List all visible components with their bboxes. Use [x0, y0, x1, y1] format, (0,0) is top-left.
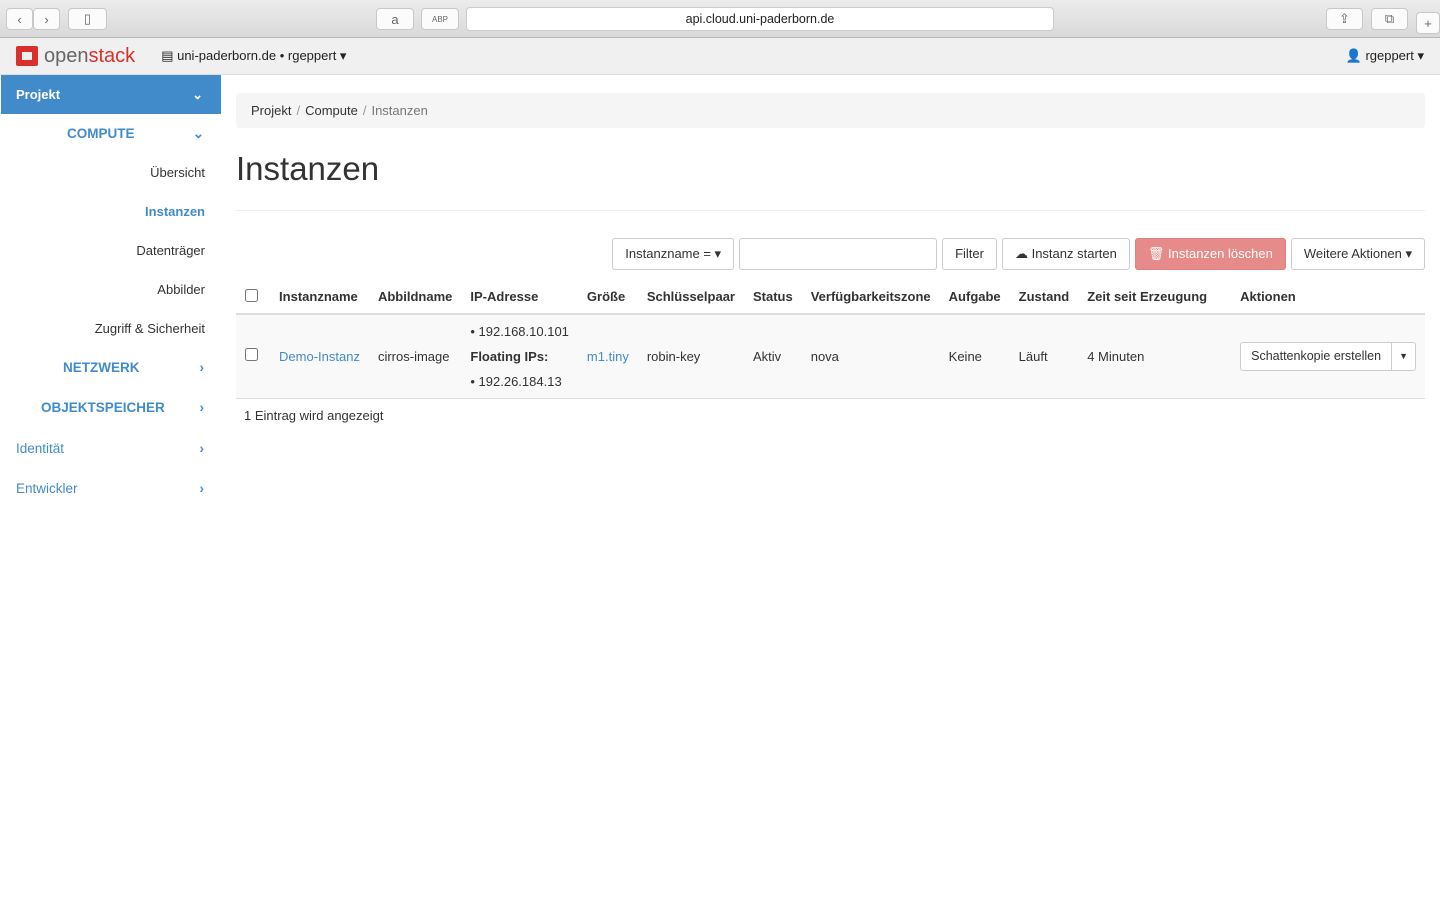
- availability-zone: nova: [801, 314, 940, 399]
- col-header[interactable]: Größe: [577, 280, 638, 315]
- col-header[interactable]: IP-Adresse: [461, 280, 578, 315]
- sidebar-projekt[interactable]: Projekt ⌄: [1, 75, 221, 114]
- breadcrumb: Projekt / Compute / Instanzen: [236, 93, 1425, 128]
- col-header[interactable]: Zustand: [1009, 280, 1079, 315]
- cloud-upload-icon: ☁: [1014, 246, 1028, 261]
- row-checkbox[interactable]: [245, 348, 258, 362]
- image-name: cirros-image: [368, 314, 462, 399]
- power-state: Läuft: [1009, 314, 1079, 399]
- row-actions-dropdown[interactable]: ▼: [1391, 342, 1415, 370]
- forward-button[interactable]: ›: [33, 8, 60, 30]
- col-header[interactable]: Zeit seit Erzeugung: [1078, 280, 1217, 315]
- main-content: Projekt / Compute / Instanzen Instanzen Inst…: [236, 93, 1425, 432]
- new-tab-button[interactable]: +: [1416, 12, 1440, 34]
- col-header[interactable]: Status: [743, 280, 802, 315]
- trash-icon: 🗑: [1147, 246, 1165, 261]
- share-icon[interactable]: ⇪: [1326, 8, 1363, 30]
- delete-instances-button[interactable]: 🗑 Instanzen löschen: [1134, 238, 1286, 270]
- table-toolbar: Instanzname = ▾ Filter ☁ Instanz starten…: [236, 238, 1425, 270]
- sidebar-item-instanzen[interactable]: Instanzen: [0, 192, 222, 231]
- openstack-logo[interactable]: open stack: [16, 45, 135, 68]
- back-button[interactable]: ‹: [6, 8, 33, 30]
- sidebar-item-zugriff[interactable]: Zugriff & Sicherheit: [0, 309, 222, 348]
- sidebar: Projekt ⌄ COMPUTE ⌄ Übersicht Instanzen Da…: [0, 75, 222, 508]
- sidebar-identitaet[interactable]: Identität ›: [0, 428, 222, 469]
- filter-button[interactable]: Filter: [942, 238, 997, 270]
- sidebar-item-uebersicht[interactable]: Übersicht: [0, 153, 222, 192]
- adblock-icon[interactable]: ABP: [421, 8, 459, 30]
- col-header[interactable]: Abbildname: [368, 280, 462, 315]
- col-header[interactable]: Instanzname: [270, 280, 369, 315]
- sidebar-item-abbilder[interactable]: Abbilder: [0, 270, 222, 309]
- col-header[interactable]: Verfügbarkeitszone: [801, 280, 940, 315]
- more-actions-button[interactable]: Weitere Aktionen ▾: [1290, 238, 1425, 270]
- sidebar-compute[interactable]: COMPUTE ⌄: [0, 114, 222, 153]
- sidebar-netzwerk[interactable]: NETZWERK ›: [0, 348, 222, 387]
- chevron-right-icon: ›: [199, 400, 205, 415]
- user-menu[interactable]: 👤 rgeppert ▾: [1346, 48, 1424, 64]
- sidebar-entwickler[interactable]: Entwickler ›: [0, 469, 222, 508]
- browser-toolbar: ‹ › ▯ a ABP api.cloud.uni-paderborn.de ⇪…: [0, 0, 1440, 38]
- snapshot-button[interactable]: Schattenkopie erstellen: [1241, 343, 1391, 370]
- sidebar-toggle-button[interactable]: ▯: [68, 8, 107, 30]
- sidebar-objektspeicher[interactable]: OBJEKTSPEICHER ›: [0, 387, 222, 428]
- select-all-checkbox[interactable]: [245, 288, 258, 302]
- top-navbar: open stack ▤ uni-paderborn.de • rgeppert …: [0, 38, 1440, 75]
- amazon-icon[interactable]: a: [376, 8, 414, 30]
- filter-input[interactable]: [739, 238, 938, 270]
- col-header: Aktionen: [1216, 280, 1425, 315]
- chevron-down-icon: ⌄: [192, 86, 203, 102]
- breadcrumb-current: Instanzen: [371, 103, 428, 118]
- project-selector[interactable]: ▤ uni-paderborn.de • rgeppert ▾: [161, 48, 346, 64]
- col-header[interactable]: Aufgabe: [939, 280, 1010, 315]
- item-count: 1 Eintrag wird angezeigt: [244, 407, 384, 423]
- tabs-icon[interactable]: ⧉: [1371, 8, 1408, 30]
- table-row: Demo-Instanz cirros-image • 192.168.10.1…: [236, 314, 1425, 399]
- col-header[interactable]: Schlüsselpaar: [637, 280, 744, 315]
- age: 4 Minuten: [1078, 314, 1217, 399]
- status: Aktiv: [743, 314, 802, 399]
- chevron-down-icon: ⌄: [192, 126, 204, 141]
- flavor-link[interactable]: m1.tiny: [587, 349, 629, 364]
- ip-addresses: • 192.168.10.101 Floating IPs: • 192.26.…: [461, 314, 578, 399]
- filter-field-select[interactable]: Instanzname = ▾: [612, 238, 735, 270]
- url-bar[interactable]: api.cloud.uni-paderborn.de: [466, 7, 1054, 31]
- launch-instance-button[interactable]: ☁ Instanz starten: [1001, 238, 1130, 270]
- chevron-right-icon: ›: [199, 441, 205, 456]
- breadcrumb-compute[interactable]: Compute: [305, 103, 358, 118]
- chevron-right-icon: ›: [199, 360, 205, 375]
- sidebar-item-datentraeger[interactable]: Datenträger: [0, 231, 222, 270]
- chevron-right-icon: ›: [199, 481, 205, 496]
- task: Keine: [939, 314, 1010, 399]
- page-title: Instanzen: [236, 150, 1425, 211]
- row-actions: Schattenkopie erstellen ▼: [1240, 341, 1416, 371]
- instances-table: Instanzname Abbildname IP-Adresse Größe …: [236, 280, 1425, 399]
- breadcrumb-projekt[interactable]: Projekt: [251, 103, 291, 118]
- keypair: robin-key: [637, 314, 744, 399]
- instance-name-link[interactable]: Demo-Instanz: [279, 349, 360, 364]
